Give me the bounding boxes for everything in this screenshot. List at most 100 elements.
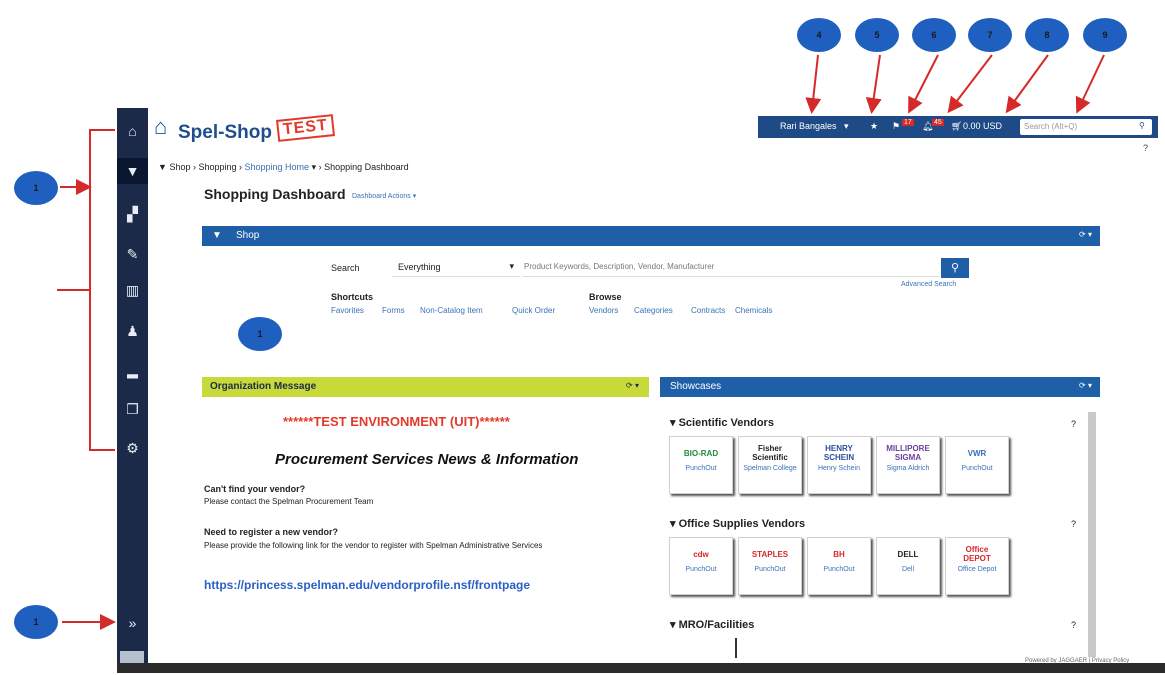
search-button[interactable]: ⚲: [941, 258, 969, 278]
vendor-tile[interactable]: BH PunchOut: [807, 537, 871, 595]
global-search-input[interactable]: Search (Alt+Q) ⚲: [1020, 119, 1152, 135]
callout-8: 8: [1025, 18, 1069, 52]
vendor-tile[interactable]: MILLIPORE SIGMA Sigma Aldrich: [876, 436, 940, 494]
vendor-tile[interactable]: Office DEPOT Office Depot: [945, 537, 1009, 595]
bank-icon[interactable]: ▥: [117, 277, 148, 303]
panel-controls-icon[interactable]: ⟳ ▾: [626, 381, 639, 390]
vendor-tile[interactable]: Fisher Scientific Spelman College: [738, 436, 802, 494]
vendor-label: PunchOut: [823, 566, 855, 573]
product-search-input[interactable]: Product Keywords, Description, Vendor, M…: [522, 258, 940, 277]
breadcrumb-shopping-home[interactable]: Shopping Home: [245, 162, 310, 172]
flag-count-badge: 17: [902, 119, 914, 126]
search-label: Search: [331, 263, 360, 273]
vendor-label: Henry Schein: [817, 465, 861, 472]
vendor-tile[interactable]: STAPLES PunchOut: [738, 537, 802, 595]
bell-count-badge: 45: [932, 119, 944, 126]
sidebar-nav: ⌂ ▼ ▞ ✎ ▥ ♟ ▂ ❐ ⚙ »: [117, 108, 148, 673]
section-office-supplies[interactable]: ▾ Office Supplies Vendors: [670, 517, 805, 530]
vendor-logo: STAPLES: [751, 549, 789, 559]
breadcrumb-shopping[interactable]: Shopping: [198, 162, 236, 172]
vendor-label: PunchOut: [685, 566, 717, 573]
edit-icon[interactable]: ✎: [117, 241, 148, 267]
dashboard-actions-label: Dashboard Actions: [352, 193, 411, 200]
section-help-icon[interactable]: ?: [1071, 419, 1076, 429]
browse-categories[interactable]: Categories: [634, 306, 673, 315]
shortcuts-label: Shortcuts: [331, 292, 374, 302]
chevron-down-icon: ▾: [844, 121, 849, 131]
section-scientific-vendors[interactable]: ▾ Scientific Vendors: [670, 416, 774, 429]
callout-6: 6: [912, 18, 956, 52]
vendor-label: Spelman College: [743, 465, 797, 472]
mro-vendor-tile-partial[interactable]: [669, 638, 737, 658]
flag-icon[interactable]: ⚑: [892, 121, 900, 132]
callout-4: 4: [797, 18, 841, 52]
callout-1-collapse: 1: [14, 605, 58, 639]
favorites-star-icon[interactable]: ★: [870, 121, 878, 132]
search-scope-value: Everything: [398, 262, 441, 272]
vendor-tile[interactable]: DELL Dell: [876, 537, 940, 595]
shortcut-forms[interactable]: Forms: [382, 306, 405, 315]
cart-total[interactable]: 0.00 USD: [963, 121, 1002, 131]
cart-icon[interactable]: ▼: [117, 158, 148, 184]
cart-icon[interactable]: 🛒︎: [951, 121, 962, 132]
search-scope-select[interactable]: Everything ▾: [392, 258, 520, 277]
top-toolbar: Rari Bangales ▾ ★ ⚑ 17 🔔︎ 45 🛒︎ 0.00 USD…: [758, 116, 1158, 138]
home-icon[interactable]: ⌂: [117, 118, 148, 144]
advanced-search-link[interactable]: Advanced Search: [901, 281, 956, 288]
vendor-tile[interactable]: cdw PunchOut: [669, 537, 733, 595]
vendor-label: Dell: [901, 566, 915, 573]
shortcut-quick-order[interactable]: Quick Order: [512, 306, 555, 315]
chart-icon[interactable]: ▂: [117, 357, 148, 383]
vendor-tile[interactable]: VWR PunchOut: [945, 436, 1009, 494]
shortcut-favorites[interactable]: Favorites: [331, 306, 364, 315]
panel-controls-icon[interactable]: ⟳ ▾: [1079, 230, 1092, 239]
document-icon[interactable]: ▞: [117, 201, 148, 227]
gear-icon[interactable]: ⚙: [117, 435, 148, 461]
breadcrumb-current: Shopping Dashboard: [324, 162, 409, 172]
help-icon[interactable]: ?: [1143, 143, 1148, 153]
callout-1-sidebar: 1: [14, 171, 58, 205]
showcases-scrollbar[interactable]: [1088, 412, 1096, 657]
product-search-placeholder: Product Keywords, Description, Vendor, M…: [524, 262, 715, 271]
org-message-title: Organization Message: [210, 381, 317, 392]
user-menu[interactable]: Rari Bangales: [780, 121, 837, 131]
panel-controls-icon[interactable]: ⟳ ▾: [1079, 381, 1092, 390]
news-headline: Procurement Services News & Information: [275, 451, 579, 468]
vendor-tile[interactable]: HENRY SCHEIN Henry Schein: [807, 436, 871, 494]
breadcrumb-shop[interactable]: Shop: [169, 162, 190, 172]
browse-vendors[interactable]: Vendors: [589, 306, 618, 315]
search-icon[interactable]: ⚲: [1139, 121, 1145, 130]
shop-cart-icon: ▼: [212, 230, 222, 241]
vendor-logo: BH: [833, 549, 845, 559]
browse-chemicals[interactable]: Chemicals: [735, 306, 772, 315]
section-office-supplies-label: Office Supplies Vendors: [678, 518, 806, 530]
search-icon: ⚲: [950, 262, 960, 274]
vendor-logo: Fisher Scientific: [752, 444, 788, 462]
footer-text[interactable]: Powered by JAGGAER | Privacy Policy: [1025, 658, 1129, 664]
boxes-icon[interactable]: ❐: [117, 396, 148, 422]
shortcut-non-catalog-item[interactable]: Non-Catalog Item: [420, 306, 483, 315]
breadcrumb: ▼ Shop › Shopping › Shopping Home ▾ › Sh…: [158, 162, 409, 172]
section-help-icon[interactable]: ?: [1071, 620, 1076, 630]
test-environment-stamp: TEST: [276, 114, 335, 142]
section-scientific-vendors-label: Scientific Vendors: [678, 417, 774, 429]
users-icon[interactable]: ♟: [117, 318, 148, 344]
callout-9: 9: [1083, 18, 1127, 52]
vendor-logo: HENRY SCHEIN: [823, 444, 855, 462]
browse-contracts[interactable]: Contracts: [691, 306, 725, 315]
dashboard-actions-menu[interactable]: Dashboard Actions ▾: [352, 192, 416, 200]
vendor-logo: BIO-RAD: [683, 448, 719, 458]
callout-5: 5: [855, 18, 899, 52]
vendor-label: PunchOut: [961, 465, 993, 472]
vendor-label: Sigma Aldrich: [886, 465, 930, 472]
vendor-tile[interactable]: BIO-RAD PunchOut: [669, 436, 733, 494]
vendor-profile-link[interactable]: https://princess.spelman.edu/vendorprofi…: [204, 578, 530, 592]
shop-panel-title: Shop: [236, 230, 260, 241]
vendor-question: Can't find your vendor?: [204, 484, 306, 494]
register-question: Need to register a new vendor?: [204, 527, 339, 537]
vendor-label: PunchOut: [685, 465, 717, 472]
collapse-icon[interactable]: »: [117, 610, 148, 636]
section-mro-facilities[interactable]: ▾ MRO/Facilities: [670, 618, 754, 631]
section-help-icon[interactable]: ?: [1071, 519, 1076, 529]
breadcrumb-cart-icon: ▼: [158, 162, 167, 172]
